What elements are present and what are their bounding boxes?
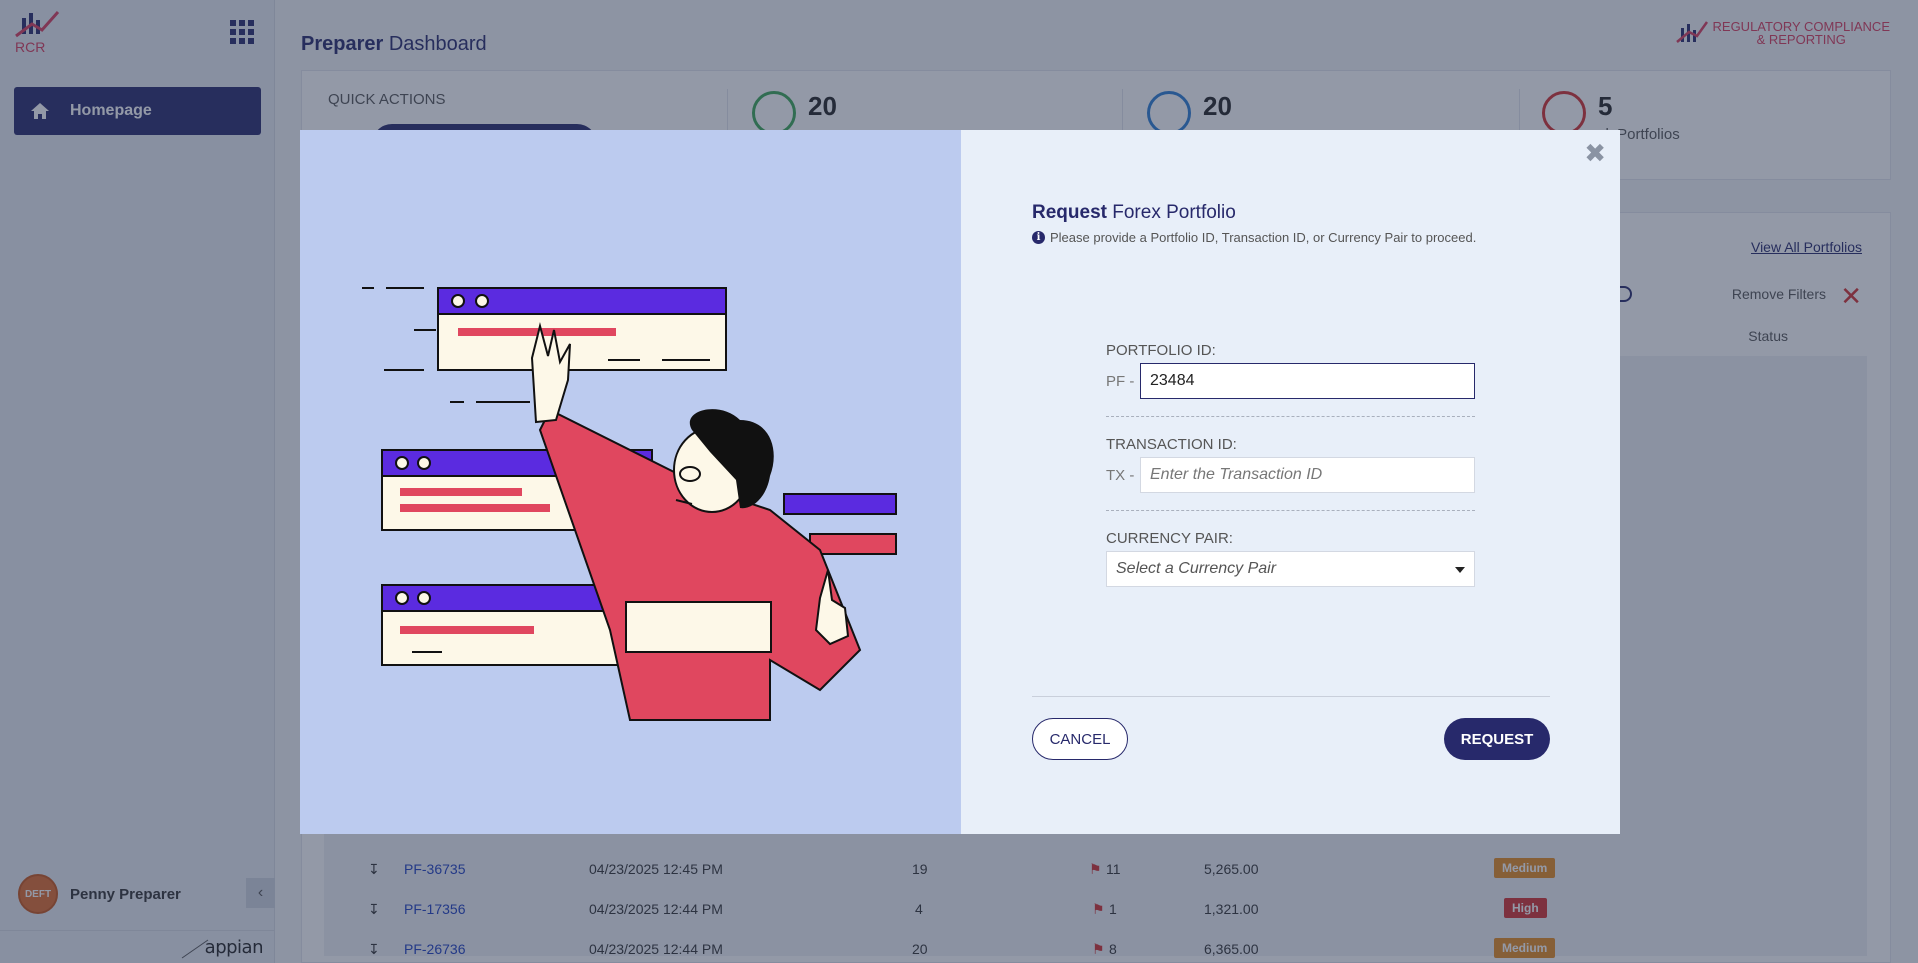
app-root: RCR Homepage DEFT Penny Preparer ‹ bbox=[0, 0, 1918, 963]
portfolio-id-input[interactable] bbox=[1140, 363, 1475, 399]
footer-divider bbox=[1032, 696, 1550, 697]
portfolio-id-prefix: PF - bbox=[1106, 373, 1135, 390]
request-button[interactable]: REQUEST bbox=[1444, 718, 1550, 760]
person-with-windows-illustration bbox=[362, 287, 897, 721]
divider bbox=[1106, 416, 1475, 417]
portfolio-id-label: PORTFOLIO ID: bbox=[1106, 342, 1216, 359]
info-icon: i bbox=[1032, 231, 1045, 244]
transaction-id-prefix: TX - bbox=[1106, 467, 1135, 484]
modal-title: Request Forex Portfolio bbox=[1032, 202, 1236, 223]
cancel-button[interactable]: CANCEL bbox=[1032, 718, 1128, 760]
transaction-id-label: TRANSACTION ID: bbox=[1106, 436, 1237, 453]
chevron-down-icon bbox=[1455, 567, 1465, 573]
illustration-panel bbox=[300, 130, 961, 834]
request-form-panel: ✖ Request Forex Portfolio i Please provi… bbox=[961, 130, 1620, 834]
divider bbox=[1106, 510, 1475, 511]
modal-hint: i Please provide a Portfolio ID, Transac… bbox=[1032, 230, 1476, 245]
currency-pair-select[interactable]: Select a Currency Pair bbox=[1106, 551, 1475, 587]
request-portfolio-modal: ✖ Request Forex Portfolio i Please provi… bbox=[300, 130, 1620, 834]
currency-pair-label: CURRENCY PAIR: bbox=[1106, 530, 1233, 547]
close-icon[interactable]: ✖ bbox=[1584, 138, 1606, 169]
transaction-id-input[interactable] bbox=[1140, 457, 1475, 493]
